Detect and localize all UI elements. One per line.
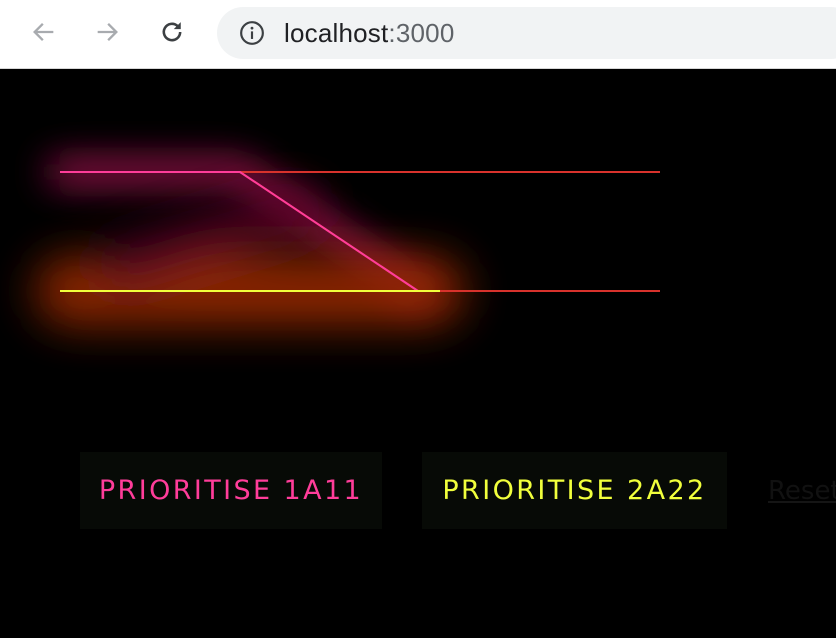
reset-link[interactable]: Reset [768,476,836,506]
url-port: :3000 [388,18,455,48]
arrow-right-icon [97,23,118,41]
arrow-left-icon [33,23,54,41]
track-diagram [35,159,660,326]
info-circle-icon[interactable] [239,20,265,46]
browser-toolbar: localhost:3000 [0,0,836,69]
app-canvas: PRIORITISE 1A11 PRIORITISE 2A22 Reset [0,69,836,638]
prioritise-1a11-button[interactable]: PRIORITISE 1A11 [80,452,382,529]
url-text[interactable]: localhost:3000 [284,19,455,47]
forward-button[interactable] [89,14,125,50]
prioritise-2a22-button[interactable]: PRIORITISE 2A22 [422,452,727,529]
back-button[interactable] [26,14,62,50]
reload-icon [162,22,182,42]
url-host: localhost [284,18,389,48]
reload-button[interactable] [154,14,190,50]
address-bar[interactable]: localhost:3000 [217,7,836,59]
